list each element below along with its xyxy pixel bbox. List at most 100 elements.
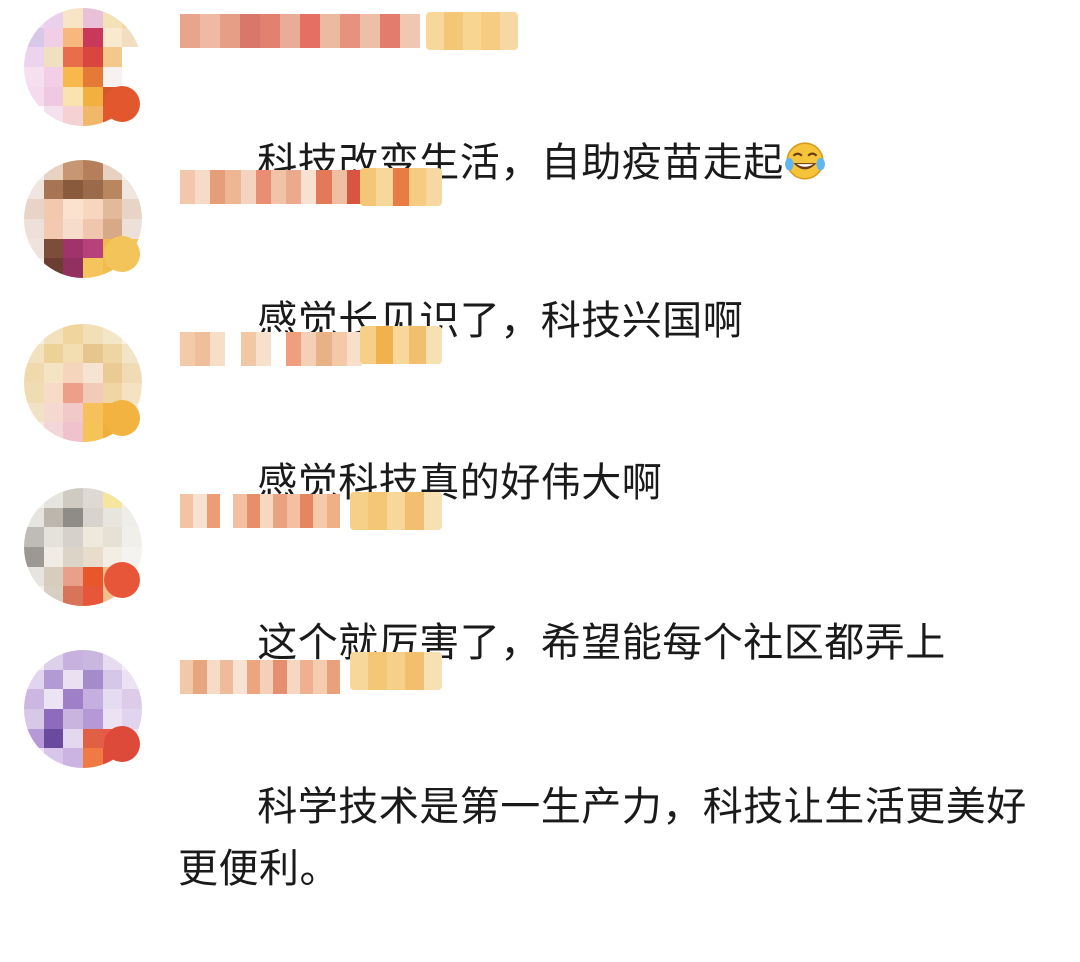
mosaic-cell xyxy=(63,106,83,126)
mosaic-cell xyxy=(122,488,142,508)
mosaic-cell xyxy=(24,106,44,126)
mosaic-cell xyxy=(63,324,83,344)
username-blur-cell xyxy=(313,660,327,694)
username-blur-cell xyxy=(193,494,207,528)
mosaic-cell xyxy=(82,566,103,587)
level-badge-icon xyxy=(104,562,140,598)
mosaic-cell xyxy=(82,363,103,383)
username-blur-cell xyxy=(331,170,347,204)
username-blur-cell xyxy=(219,494,234,528)
mosaic-cell xyxy=(24,527,44,547)
user-level-tag-blurred xyxy=(360,168,442,206)
mosaic-cell xyxy=(24,566,44,587)
username-blur-cell xyxy=(316,332,332,366)
mosaic-cell xyxy=(122,47,142,67)
username-blur-cell xyxy=(180,14,200,48)
username-blurred[interactable] xyxy=(180,170,362,204)
username-blur-cell xyxy=(259,494,274,528)
mosaic-cell xyxy=(82,728,103,749)
mosaic-cell xyxy=(43,566,64,587)
mosaic-cell xyxy=(24,650,44,670)
mosaic-cell xyxy=(43,363,64,383)
mosaic-cell xyxy=(24,343,44,364)
username-blur-cell xyxy=(240,170,256,204)
username-blur-cell xyxy=(326,494,340,528)
mosaic-cell xyxy=(63,527,83,547)
username-blur-cell xyxy=(195,332,211,366)
username-blur-cell xyxy=(240,332,256,366)
mosaic-cell xyxy=(24,179,44,200)
username-blur-cell xyxy=(273,494,287,528)
username-blur-cell xyxy=(270,332,287,366)
mosaic-cell xyxy=(102,47,123,67)
username-blur-cell xyxy=(279,14,300,48)
username-blur-cell xyxy=(379,14,400,48)
username-blur-cell xyxy=(339,14,360,48)
username-blur-cell xyxy=(286,494,300,528)
level-tag-blur-cell xyxy=(423,492,442,530)
mosaic-cell xyxy=(43,324,64,344)
mosaic-cell xyxy=(24,258,44,278)
username-blur-cell xyxy=(206,494,220,528)
mosaic-cell xyxy=(63,382,83,403)
mosaic-cell xyxy=(63,218,83,239)
mosaic-cell xyxy=(43,47,64,67)
username-blur-cell xyxy=(273,660,287,694)
mosaic-cell xyxy=(63,363,83,383)
username-blurred[interactable] xyxy=(180,494,340,528)
mosaic-cell xyxy=(122,689,142,709)
level-tag-blur-cell xyxy=(462,12,482,50)
comment-text: 感觉科技真的好伟大啊 xyxy=(178,390,1048,576)
mosaic-cell xyxy=(82,106,103,126)
mosaic-cell xyxy=(24,27,44,48)
mosaic-cell xyxy=(122,324,142,344)
mosaic-cell xyxy=(43,650,64,670)
mosaic-cell xyxy=(102,27,123,48)
level-tag-blur-cell xyxy=(386,492,406,530)
mosaic-cell xyxy=(63,199,83,219)
mosaic-cell xyxy=(24,382,44,403)
mosaic-cell xyxy=(102,488,123,508)
username-blur-cell xyxy=(301,332,317,366)
username-blur-cell xyxy=(326,660,340,694)
username-blur-cell xyxy=(399,14,420,48)
mosaic-cell xyxy=(102,66,123,87)
mosaic-cell xyxy=(43,422,64,442)
mosaic-cell xyxy=(24,199,44,219)
user-level-tag-blurred xyxy=(350,652,442,690)
level-tag-blur-cell xyxy=(386,652,406,690)
mosaic-cell xyxy=(102,199,123,219)
mosaic-cell xyxy=(24,218,44,239)
user-level-tag-blurred xyxy=(360,326,442,364)
mosaic-cell xyxy=(63,402,83,423)
username-blur-cell xyxy=(286,660,300,694)
mosaic-cell xyxy=(43,586,64,606)
mosaic-cell xyxy=(24,586,44,606)
mosaic-cell xyxy=(82,488,103,508)
mosaic-cell xyxy=(82,238,103,259)
level-tag-blur-cell xyxy=(423,652,442,690)
mosaic-cell xyxy=(82,47,103,67)
mosaic-cell xyxy=(43,402,64,423)
mosaic-cell xyxy=(63,546,83,567)
username-blur-cell xyxy=(180,170,196,204)
mosaic-cell xyxy=(122,66,142,87)
mosaic-cell xyxy=(24,160,44,180)
username-blurred[interactable] xyxy=(180,332,362,366)
mosaic-cell xyxy=(63,27,83,48)
comment-text: 这个就厉害了，希望能每个社区都弄上 xyxy=(178,550,1048,736)
mosaic-cell xyxy=(24,748,44,768)
level-tag-blur-cell xyxy=(376,168,393,206)
mosaic-cell xyxy=(63,343,83,364)
username-blurred[interactable] xyxy=(180,660,340,694)
mosaic-cell xyxy=(82,382,103,403)
mosaic-cell xyxy=(82,527,103,547)
mosaic-cell xyxy=(122,527,142,547)
username-blur-cell xyxy=(233,494,247,528)
mosaic-cell xyxy=(43,8,64,28)
level-tag-blur-cell xyxy=(425,168,442,206)
level-tag-blur-cell xyxy=(409,326,426,364)
username-blurred[interactable] xyxy=(180,14,420,48)
mosaic-cell xyxy=(102,689,123,709)
mosaic-cell xyxy=(43,527,64,547)
